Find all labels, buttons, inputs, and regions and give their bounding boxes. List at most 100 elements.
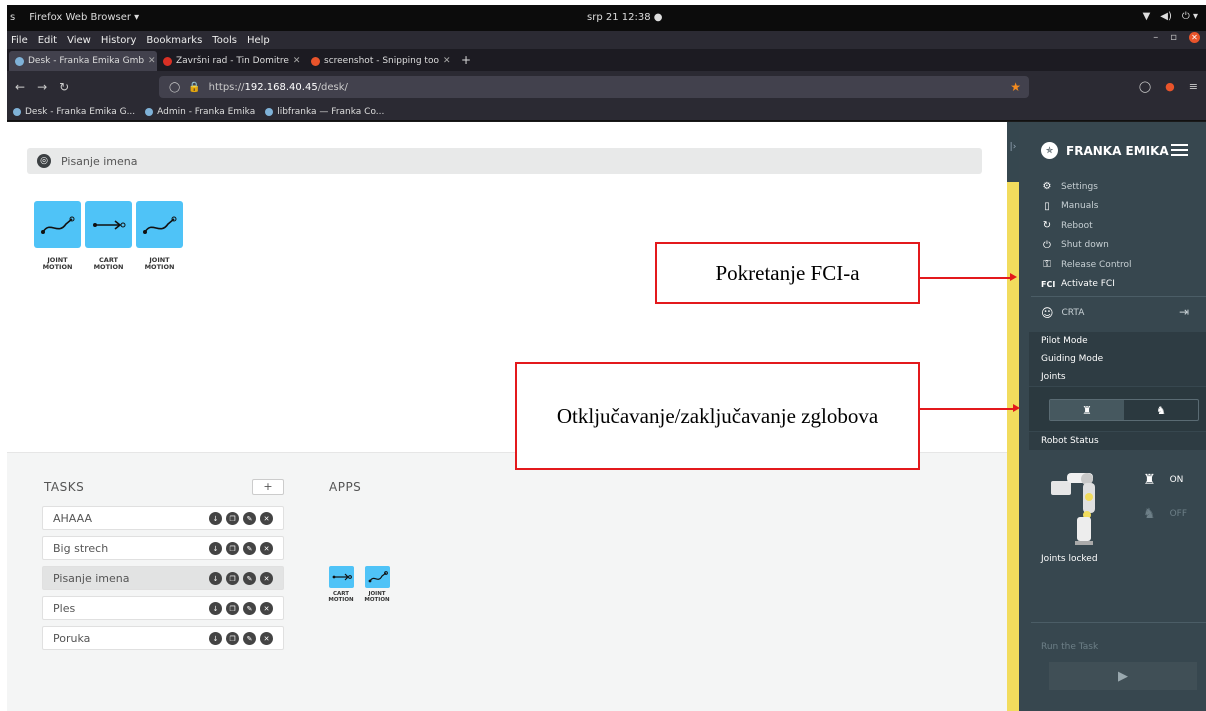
- locked-icon: ♜: [1082, 403, 1092, 417]
- app-menu-icon[interactable]: ≡: [1189, 80, 1198, 93]
- menu-bookmarks[interactable]: Bookmarks: [146, 35, 202, 46]
- edit-icon[interactable]: ✎: [243, 572, 256, 585]
- brand-name: FRANKA EMIKA: [1066, 143, 1169, 158]
- menu-tools[interactable]: Tools: [212, 35, 237, 46]
- bookmark-star-icon[interactable]: ★: [1010, 80, 1021, 94]
- task-name: Poruka: [53, 631, 91, 645]
- logout-icon[interactable]: ⇥: [1179, 305, 1189, 319]
- task-row[interactable]: AHAAA ↓ ❐ ✎ ✕: [42, 506, 284, 530]
- menu-shutdown[interactable]: ⏻ Shut down: [1041, 236, 1132, 256]
- unlocked-icon: ♞: [1156, 403, 1166, 417]
- joints-lock-toggle[interactable]: ♜ ♞: [1049, 399, 1199, 421]
- franka-favicon-icon: [15, 56, 24, 66]
- delete-icon[interactable]: ✕: [260, 572, 273, 585]
- close-window-icon[interactable]: ✕: [1189, 32, 1200, 43]
- timeline-app-cart-motion[interactable]: [85, 201, 132, 248]
- minimize-icon[interactable]: –: [1153, 32, 1158, 43]
- guiding-mode-header[interactable]: Guiding Mode: [1029, 350, 1206, 368]
- task-row[interactable]: Ples ↓ ❐ ✎ ✕: [42, 596, 284, 620]
- system-tray[interactable]: ▼ ◀) ⏻ ▾: [1143, 11, 1198, 22]
- menu-label: Settings: [1061, 181, 1098, 192]
- task-name: Big strech: [53, 541, 109, 555]
- close-tab-icon[interactable]: ✕: [148, 56, 156, 66]
- back-icon[interactable]: ←: [15, 80, 25, 94]
- edit-icon[interactable]: ✎: [243, 512, 256, 525]
- bookmark-desk[interactable]: Desk - Franka Emika G...: [13, 107, 135, 117]
- bookmark-admin[interactable]: Admin - Franka Emika: [145, 107, 255, 117]
- clock[interactable]: srp 21 12:38 ●: [587, 12, 662, 23]
- delete-icon[interactable]: ✕: [260, 542, 273, 555]
- menu-file[interactable]: File: [11, 35, 28, 46]
- collapse-sidebar-icon[interactable]: |›: [1007, 122, 1019, 182]
- workspace-label[interactable]: s: [10, 12, 15, 23]
- lock-joints-button[interactable]: ♜: [1050, 400, 1124, 420]
- app-joint-motion[interactable]: [365, 566, 390, 588]
- download-icon[interactable]: ↓: [209, 602, 222, 615]
- url-bar[interactable]: ◯ 🔒 https://192.168.40.45/desk/ ★: [159, 76, 1029, 98]
- timeline-app-joint-motion-2[interactable]: [136, 201, 183, 248]
- copy-icon[interactable]: ❐: [226, 602, 239, 615]
- joints-header[interactable]: Joints: [1029, 368, 1206, 386]
- edit-icon[interactable]: ✎: [243, 632, 256, 645]
- task-row[interactable]: Big strech ↓ ❐ ✎ ✕: [42, 536, 284, 560]
- pocket-icon[interactable]: ◯: [1139, 80, 1151, 93]
- timeline-app-joint-motion-1[interactable]: [34, 201, 81, 248]
- edit-icon[interactable]: ✎: [243, 602, 256, 615]
- menu-edit[interactable]: Edit: [38, 35, 57, 46]
- copy-icon[interactable]: ❐: [226, 572, 239, 585]
- task-title-bar[interactable]: ◎ Pisanje imena: [27, 148, 982, 174]
- task-row[interactable]: Poruka ↓ ❐ ✎ ✕: [42, 626, 284, 650]
- locked-joint-icon: ♜: [1143, 472, 1156, 488]
- menu-settings[interactable]: ⚙ Settings: [1041, 177, 1132, 197]
- arrow-head-icon: [1010, 273, 1017, 281]
- extension-icon[interactable]: ●: [1165, 80, 1175, 93]
- delete-icon[interactable]: ✕: [260, 632, 273, 645]
- menu-view[interactable]: View: [67, 35, 91, 46]
- download-icon[interactable]: ↓: [209, 512, 222, 525]
- power-icon: ⏻: [1043, 239, 1051, 251]
- volume-icon[interactable]: ◀): [1160, 11, 1172, 22]
- menu-history[interactable]: History: [101, 35, 137, 46]
- new-tab-icon[interactable]: +: [453, 53, 479, 71]
- unlock-joints-button[interactable]: ♞: [1124, 400, 1198, 420]
- delete-icon[interactable]: ✕: [260, 512, 273, 525]
- tab-screenshot[interactable]: screenshot - Snipping too ✕: [305, 51, 453, 71]
- hamburger-menu-icon[interactable]: [1171, 144, 1188, 156]
- menu-release-control[interactable]: ⚿ Release Control: [1041, 255, 1131, 275]
- close-tab-icon[interactable]: ✕: [443, 56, 451, 66]
- power-menu-icon[interactable]: ⏻ ▾: [1182, 11, 1198, 22]
- menu-reboot[interactable]: ↻ Reboot: [1041, 216, 1132, 236]
- copy-icon[interactable]: ❐: [226, 512, 239, 525]
- copy-icon[interactable]: ❐: [226, 542, 239, 555]
- network-icon[interactable]: ▼: [1143, 11, 1151, 22]
- user-name: CRTA: [1061, 308, 1085, 318]
- download-icon[interactable]: ↓: [209, 542, 222, 555]
- copy-icon[interactable]: ❐: [226, 632, 239, 645]
- ubuntu-favicon-icon: [311, 56, 320, 66]
- app-menu[interactable]: Firefox Web Browser ▾: [29, 12, 139, 23]
- forward-icon[interactable]: →: [37, 80, 47, 94]
- edit-icon[interactable]: ✎: [243, 542, 256, 555]
- restore-icon[interactable]: ▫: [1170, 32, 1177, 43]
- add-task-button[interactable]: +: [252, 479, 284, 495]
- task-row-selected[interactable]: Pisanje imena ↓ ❐ ✎ ✕: [42, 566, 284, 590]
- download-icon[interactable]: ↓: [209, 572, 222, 585]
- shield-icon[interactable]: ◯: [169, 82, 180, 93]
- download-icon[interactable]: ↓: [209, 632, 222, 645]
- tab-zavrsni-rad[interactable]: Završni rad - Tin Domitre ✕: [157, 51, 305, 71]
- menu-label: Reboot: [1061, 220, 1093, 231]
- user-icon: ☺: [1041, 306, 1054, 320]
- menu-manuals[interactable]: ▯ Manuals: [1041, 197, 1132, 217]
- lock-icon[interactable]: 🔒: [188, 82, 200, 93]
- app-cart-motion[interactable]: [329, 566, 354, 588]
- run-task-button[interactable]: ▶: [1049, 662, 1197, 690]
- close-tab-icon[interactable]: ✕: [293, 56, 301, 66]
- menu-help[interactable]: Help: [247, 35, 270, 46]
- reload-icon[interactable]: ↻: [59, 80, 69, 94]
- bookmark-libfranka[interactable]: libfranka — Franka Co...: [265, 107, 384, 117]
- delete-icon[interactable]: ✕: [260, 602, 273, 615]
- menu-activate-fci[interactable]: FCI Activate FCI: [1041, 275, 1132, 295]
- tab-desk[interactable]: Desk - Franka Emika Gmb ✕: [9, 51, 157, 71]
- bookmark-label: Admin - Franka Emika: [157, 106, 256, 117]
- pilot-mode-header[interactable]: Pilot Mode: [1029, 332, 1206, 350]
